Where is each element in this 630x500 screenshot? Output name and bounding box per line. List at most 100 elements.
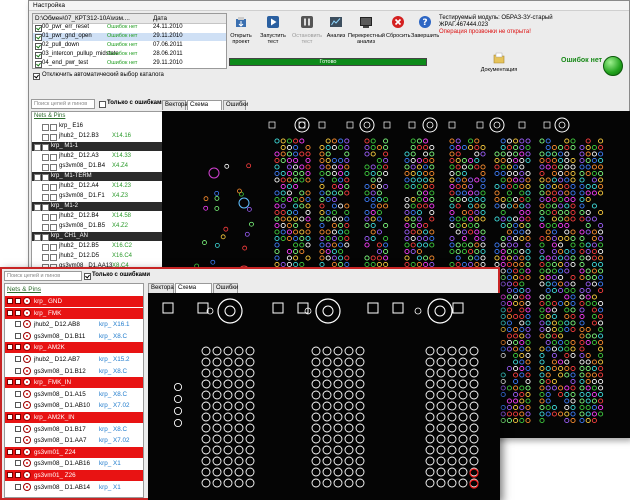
net-search-input[interactable]: Поиск цепей и пинов bbox=[31, 99, 95, 109]
analysis-button[interactable]: Анализ bbox=[325, 15, 347, 39]
checkbox[interactable] bbox=[15, 402, 21, 409]
pin-row[interactable]: gs3vm08_ D1.AB14 krp_ X1 bbox=[5, 482, 143, 493]
error-net-row[interactable]: krp_ GND bbox=[5, 296, 143, 307]
expand-toggle[interactable] bbox=[34, 234, 41, 241]
checkbox[interactable] bbox=[84, 273, 91, 280]
expand-toggle[interactable] bbox=[7, 298, 13, 304]
expand-toggle[interactable] bbox=[34, 204, 41, 211]
checkbox[interactable] bbox=[15, 379, 21, 386]
checkbox[interactable] bbox=[35, 52, 42, 59]
expand-toggle[interactable] bbox=[42, 224, 49, 231]
error-net-row[interactable]: krp_ AM2K bbox=[5, 342, 143, 354]
checkbox[interactable] bbox=[15, 332, 21, 339]
checkbox[interactable] bbox=[15, 344, 21, 351]
checkbox[interactable] bbox=[99, 101, 106, 108]
checkbox[interactable] bbox=[50, 154, 57, 161]
tab-errors[interactable]: Ошибки bbox=[213, 283, 238, 293]
error-net-row[interactable]: krp_ FMK bbox=[5, 307, 143, 319]
test-file-row[interactable]: 02_pull_down Ошибок нет 07.06.2011 bbox=[33, 42, 226, 50]
expand-toggle[interactable] bbox=[42, 164, 49, 171]
expand-toggle[interactable] bbox=[42, 154, 49, 161]
checkbox[interactable] bbox=[15, 321, 21, 328]
error-net-row[interactable]: krp_ FMK_IN bbox=[5, 377, 143, 389]
tab-board-scheme[interactable]: Схема платы bbox=[187, 100, 222, 117]
checkbox[interactable] bbox=[15, 472, 21, 478]
documentation-button[interactable]: Документация bbox=[479, 51, 519, 75]
expand-toggle[interactable] bbox=[7, 309, 13, 316]
error-net-row[interactable]: gs3vm01_ Z24 bbox=[5, 446, 143, 458]
board-scheme-view[interactable] bbox=[148, 293, 500, 500]
expand-toggle[interactable] bbox=[42, 194, 49, 201]
checkbox[interactable] bbox=[15, 367, 21, 374]
pin-row[interactable]: gs3vm08_ D1.A15 krp_ X8.C bbox=[5, 389, 143, 400]
menu-settings[interactable]: Настройка bbox=[33, 2, 65, 9]
expand-toggle[interactable] bbox=[7, 344, 13, 351]
checkbox[interactable] bbox=[15, 448, 21, 455]
tab-vectors[interactable]: Вектора bbox=[162, 100, 188, 110]
pin-row[interactable]: gs3vm08_ D1.AA7 krp_ X7.02 bbox=[5, 435, 143, 446]
test-file-row[interactable]: 04_end_pwr_test Ошибок нет 29.11.2010 bbox=[33, 60, 226, 68]
pin-row[interactable]: gs3vm08_ D1.B17 krp_ X8.C bbox=[5, 424, 143, 435]
expand-toggle[interactable] bbox=[42, 124, 49, 131]
checkbox[interactable] bbox=[50, 194, 57, 201]
net-search-input[interactable]: Поиск цепей и пинов bbox=[4, 271, 82, 281]
pin-row[interactable]: jhub2_ D12.AB7 krp_ X15.2 bbox=[5, 354, 143, 365]
checkbox[interactable] bbox=[50, 214, 57, 221]
checkbox[interactable] bbox=[15, 483, 21, 490]
pin-row[interactable]: jhub2_ D12.AB8 krp_ X16.1 bbox=[5, 319, 143, 330]
checkbox[interactable] bbox=[42, 144, 49, 151]
checkbox[interactable] bbox=[15, 309, 21, 316]
pin-row[interactable]: gs3vm08_ D1.B12 krp_ X8.C bbox=[5, 366, 143, 377]
test-file-row[interactable]: 03_intercon_pullup_midstate Ошибок нет 28.… bbox=[33, 51, 226, 59]
error-net-row[interactable]: gs3vm01_ Z26 bbox=[5, 470, 143, 481]
expand-toggle[interactable] bbox=[42, 214, 49, 221]
checkbox[interactable] bbox=[15, 414, 21, 420]
checkbox[interactable] bbox=[50, 184, 57, 191]
checkbox[interactable] bbox=[35, 34, 42, 41]
checkbox[interactable] bbox=[50, 124, 57, 131]
checkbox[interactable] bbox=[50, 134, 57, 141]
open-project-button[interactable]: Открыть проект bbox=[226, 15, 256, 45]
tab-board-scheme[interactable]: Схема платы bbox=[175, 283, 212, 300]
checkbox[interactable] bbox=[15, 460, 21, 467]
expand-toggle[interactable] bbox=[42, 184, 49, 191]
checkbox[interactable] bbox=[50, 224, 57, 231]
errors-only-checkbox[interactable]: Только с ошибками bbox=[84, 272, 154, 282]
checkbox[interactable] bbox=[35, 43, 42, 50]
checkbox[interactable] bbox=[15, 390, 21, 397]
checkbox[interactable] bbox=[35, 25, 42, 32]
checkbox[interactable] bbox=[42, 174, 49, 181]
checkbox[interactable] bbox=[15, 298, 21, 304]
run-test-button[interactable]: Запустить тест bbox=[258, 15, 288, 45]
checkbox[interactable] bbox=[50, 164, 57, 171]
auto-select-checkbox[interactable]: Отключить автоматический выбор каталога bbox=[32, 72, 212, 81]
pin-row[interactable]: gs3vm08_ D1.B11 krp_ X8.C bbox=[5, 331, 143, 342]
checkbox[interactable] bbox=[35, 61, 42, 68]
expand-toggle[interactable] bbox=[7, 448, 13, 455]
cross-analysis-button[interactable]: Перекрестный анализ bbox=[348, 15, 385, 45]
expand-toggle[interactable] bbox=[7, 379, 13, 386]
error-net-row[interactable]: krp_ AM2K_IN bbox=[5, 412, 143, 423]
checkbox[interactable] bbox=[33, 73, 40, 80]
tab-vectors[interactable]: Вектора bbox=[148, 283, 174, 293]
pin-row[interactable]: gs3vm08_ D1.AB10 krp_ X7.02 bbox=[5, 400, 143, 411]
checkbox[interactable] bbox=[15, 425, 21, 432]
reset-button[interactable]: Сбросить bbox=[386, 15, 410, 39]
expand-toggle[interactable] bbox=[34, 174, 41, 181]
test-file-row[interactable]: 01_pwr_gnd_open Ошибок нет 29.11.2010 bbox=[33, 33, 226, 41]
board-pins-canvas[interactable] bbox=[148, 293, 500, 500]
checkbox[interactable] bbox=[15, 356, 21, 362]
date-column-header[interactable]: Дата bbox=[153, 15, 167, 22]
expand-toggle[interactable] bbox=[34, 144, 41, 151]
pin-row[interactable]: gs3vm08_ D1.AB16 krp_ X1 bbox=[5, 458, 143, 469]
test-file-row[interactable]: 00_pwr_err_reset Ошибок нет 24.11.2010 bbox=[33, 24, 226, 32]
expand-toggle[interactable] bbox=[7, 414, 13, 420]
expand-toggle[interactable] bbox=[7, 472, 13, 478]
expand-toggle[interactable] bbox=[42, 254, 49, 261]
checkbox[interactable] bbox=[15, 437, 21, 444]
expand-toggle[interactable] bbox=[42, 244, 49, 251]
checkbox[interactable] bbox=[50, 254, 57, 261]
checkbox[interactable] bbox=[42, 234, 49, 241]
checkbox[interactable] bbox=[42, 204, 49, 211]
stop-test-button[interactable]: Остановить тест bbox=[291, 15, 323, 45]
